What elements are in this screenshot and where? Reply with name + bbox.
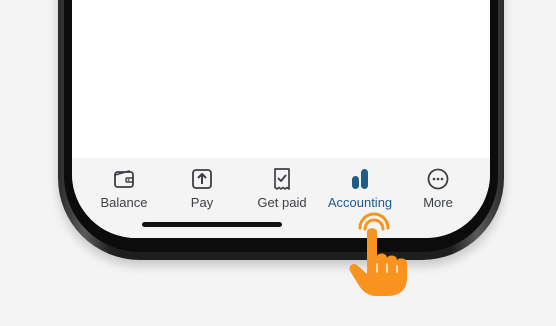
receipt-check-icon — [274, 168, 290, 190]
more-dots-icon — [427, 168, 449, 190]
home-indicator[interactable] — [142, 222, 282, 227]
phone-screen: Balance Pay Get paid Accounting More — [72, 0, 490, 238]
bar-chart-icon — [352, 169, 368, 189]
phone-mockup: Balance Pay Get paid Accounting More — [0, 0, 556, 326]
tab-balance-label: Balance — [100, 195, 148, 210]
wallet-icon — [114, 170, 134, 188]
tab-get-paid-label: Get paid — [257, 195, 307, 210]
upload-arrow-icon — [192, 169, 212, 189]
tab-pay-label: Pay — [190, 195, 214, 210]
tap-hand-icon — [349, 212, 407, 296]
tab-get-paid[interactable]: Get paid — [242, 166, 322, 212]
tab-more-label: More — [423, 195, 453, 210]
tab-pay[interactable]: Pay — [162, 166, 242, 212]
tab-balance[interactable]: Balance — [84, 166, 164, 212]
